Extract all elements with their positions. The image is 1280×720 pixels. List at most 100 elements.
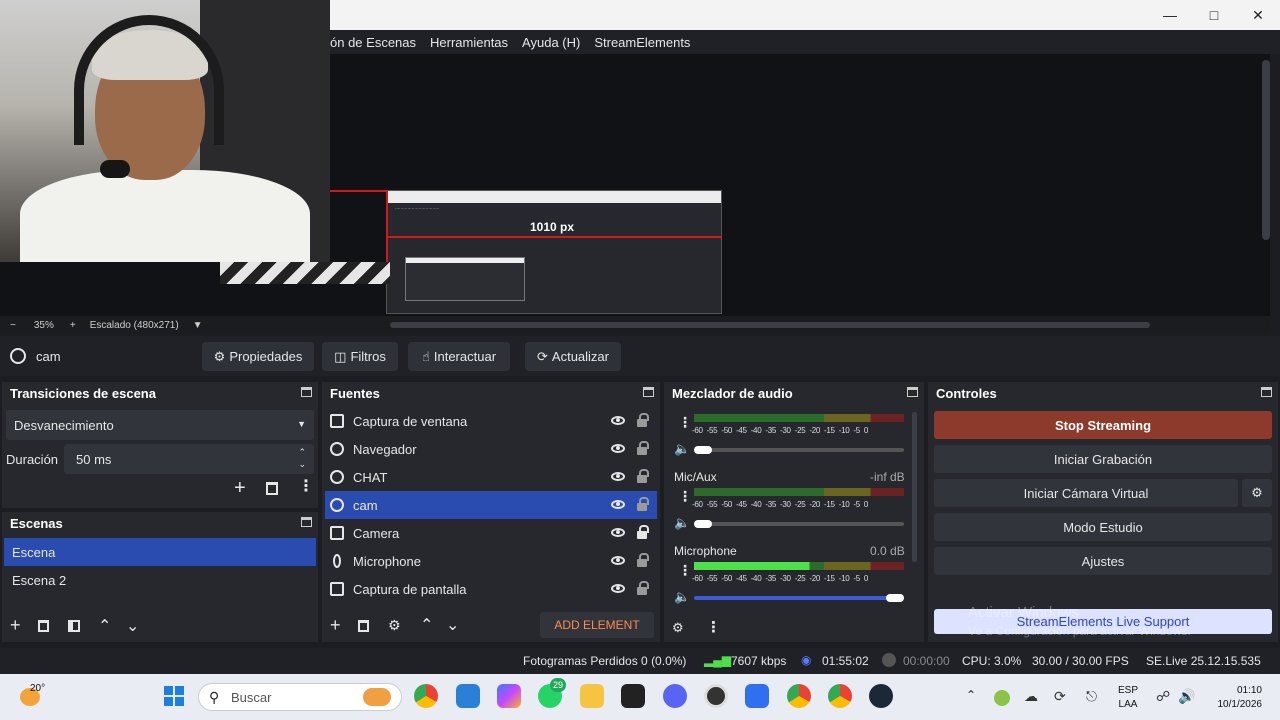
eye-icon[interactable]	[611, 416, 625, 425]
volume-knob[interactable]	[886, 594, 904, 602]
properties-button[interactable]: ⚙ Propiedades	[202, 342, 314, 371]
virtual-camera-button[interactable]: Iniciar Cámara Virtual	[934, 479, 1238, 507]
unlock-icon[interactable]	[637, 469, 649, 483]
steam-icon[interactable]	[869, 684, 893, 708]
speaker-icon[interactable]: 🔈	[674, 515, 690, 531]
source-item[interactable]: CHAT	[322, 463, 660, 491]
onedrive-icon[interactable]: ☁	[1024, 688, 1038, 705]
advanced-audio-icon[interactable]: ⚙	[672, 620, 684, 636]
capcut-icon[interactable]	[621, 684, 645, 708]
start-recording-button[interactable]: Iniciar Grabación	[934, 445, 1272, 473]
eye-icon[interactable]	[611, 528, 625, 537]
zoom-out-icon[interactable]: −	[10, 320, 16, 331]
trash-icon[interactable]	[38, 620, 49, 632]
more-options-icon[interactable]: ⋮	[298, 478, 314, 496]
zoom-in-icon[interactable]: +	[70, 320, 76, 331]
volume-slider[interactable]	[694, 448, 904, 452]
menu-item-help[interactable]: Ayuda (H)	[522, 35, 580, 50]
source-item-selected[interactable]: cam	[325, 491, 657, 519]
maximize-icon[interactable]: □	[1192, 0, 1236, 30]
settings-button[interactable]: Ajustes	[934, 547, 1272, 575]
move-up-icon[interactable]: ⌃	[420, 615, 433, 635]
app-icon[interactable]	[745, 684, 769, 708]
move-down-icon[interactable]: ⌄	[446, 615, 459, 635]
transition-select[interactable]: Desvanecimiento ▼	[6, 410, 314, 440]
source-item[interactable]: Microphone	[322, 547, 660, 575]
volume-icon[interactable]: 🔊	[1178, 688, 1195, 705]
unlock-icon[interactable]	[637, 497, 649, 511]
source-item[interactable]: Camera	[322, 519, 660, 547]
microphone-tray-icon[interactable]: ⎋	[1086, 688, 1097, 705]
close-icon[interactable]: ✕	[1236, 0, 1280, 30]
unlock-icon[interactable]	[637, 441, 649, 455]
filters-icon[interactable]	[68, 620, 80, 632]
source-item[interactable]: Captura de pantalla	[322, 575, 660, 603]
scene-item[interactable]: Escena 2	[4, 566, 316, 594]
menu-item-streamelements[interactable]: StreamElements	[594, 35, 690, 50]
lock-icon[interactable]	[637, 525, 649, 539]
chrome-icon[interactable]	[414, 684, 438, 708]
stop-streaming-button[interactable]: Stop Streaming	[934, 411, 1272, 439]
add-transition-icon[interactable]: +	[234, 478, 246, 498]
add-scene-icon[interactable]: +	[10, 616, 21, 634]
speaker-icon[interactable]: 🔈	[674, 589, 690, 605]
duration-spinbox[interactable]: 50 ms ⌃ ⌄	[64, 444, 314, 474]
trash-icon[interactable]	[266, 482, 278, 495]
obs-icon[interactable]	[704, 684, 728, 708]
source-item[interactable]: Navegador	[322, 435, 660, 463]
spin-arrows-icon[interactable]: ⌃ ⌄	[298, 446, 306, 470]
eye-icon[interactable]	[611, 584, 625, 593]
move-down-icon[interactable]: ⌄	[126, 616, 139, 636]
copilot-icon[interactable]	[497, 684, 521, 708]
undock-icon[interactable]	[301, 517, 312, 527]
eye-icon[interactable]	[611, 556, 625, 565]
volume-knob[interactable]	[694, 520, 712, 528]
scene-item[interactable]: Escena	[4, 538, 316, 566]
channel-menu-icon[interactable]: ⋮	[678, 562, 692, 579]
mixer-scrollbar[interactable]	[912, 412, 917, 562]
tray-app-icon[interactable]	[994, 690, 1010, 706]
discord-icon[interactable]	[663, 684, 687, 708]
unlock-icon[interactable]	[637, 413, 649, 427]
undock-icon[interactable]	[1261, 387, 1272, 397]
add-element-button[interactable]: ADD ELEMENT	[540, 612, 654, 638]
filters-button[interactable]: ◫ Filtros	[322, 342, 398, 371]
scaling-dropdown-icon[interactable]: ▼	[193, 320, 203, 331]
whatsapp-icon[interactable]: 29	[538, 678, 566, 708]
vscode-icon[interactable]	[456, 684, 480, 708]
undock-icon[interactable]	[907, 387, 918, 397]
preview-vertical-scrollbar[interactable]	[1262, 60, 1270, 240]
channel-menu-icon[interactable]: ⋮	[678, 488, 692, 505]
speaker-icon[interactable]: 🔈	[674, 441, 690, 457]
minimize-icon[interactable]: —	[1148, 0, 1192, 30]
preview-horizontal-scrollbar[interactable]	[390, 322, 1150, 328]
unlock-icon[interactable]	[637, 581, 649, 595]
channel-menu-icon[interactable]: ⋮	[678, 414, 692, 431]
network-icon[interactable]: ☍	[1156, 688, 1170, 705]
menu-item-tools[interactable]: Herramientas	[430, 35, 508, 50]
source-item[interactable]: Captura de ventana	[322, 407, 660, 435]
eye-icon[interactable]	[611, 472, 625, 481]
trash-icon[interactable]	[358, 620, 369, 632]
undock-icon[interactable]	[301, 387, 312, 397]
eye-icon[interactable]	[611, 500, 625, 509]
more-options-icon[interactable]: ⋮	[706, 618, 721, 636]
file-explorer-icon[interactable]	[580, 684, 604, 708]
language-indicator[interactable]: ESP LAA	[1118, 684, 1138, 712]
sync-icon[interactable]: ⟳	[1054, 688, 1066, 705]
volume-slider[interactable]	[694, 596, 904, 600]
virtual-camera-settings-button[interactable]: ⚙	[1242, 479, 1272, 507]
volume-knob[interactable]	[694, 446, 712, 454]
clock[interactable]: 01:10 10/1/2026	[1212, 684, 1263, 712]
unlock-icon[interactable]	[637, 553, 649, 567]
menu-item-scene-collection[interactable]: ón de Escenas	[330, 35, 416, 50]
undock-icon[interactable]	[643, 387, 654, 397]
chrome-icon[interactable]	[787, 684, 811, 708]
tray-chevron-icon[interactable]: ⌃	[966, 688, 976, 702]
eye-icon[interactable]	[611, 444, 625, 453]
chrome-profile-icon[interactable]	[828, 684, 852, 708]
taskbar-search[interactable]: ⚲ Buscar	[198, 683, 402, 711]
studio-mode-button[interactable]: Modo Estudio	[934, 513, 1272, 541]
refresh-button[interactable]: ⟳ Actualizar	[525, 342, 621, 371]
start-menu-icon[interactable]	[162, 684, 186, 708]
